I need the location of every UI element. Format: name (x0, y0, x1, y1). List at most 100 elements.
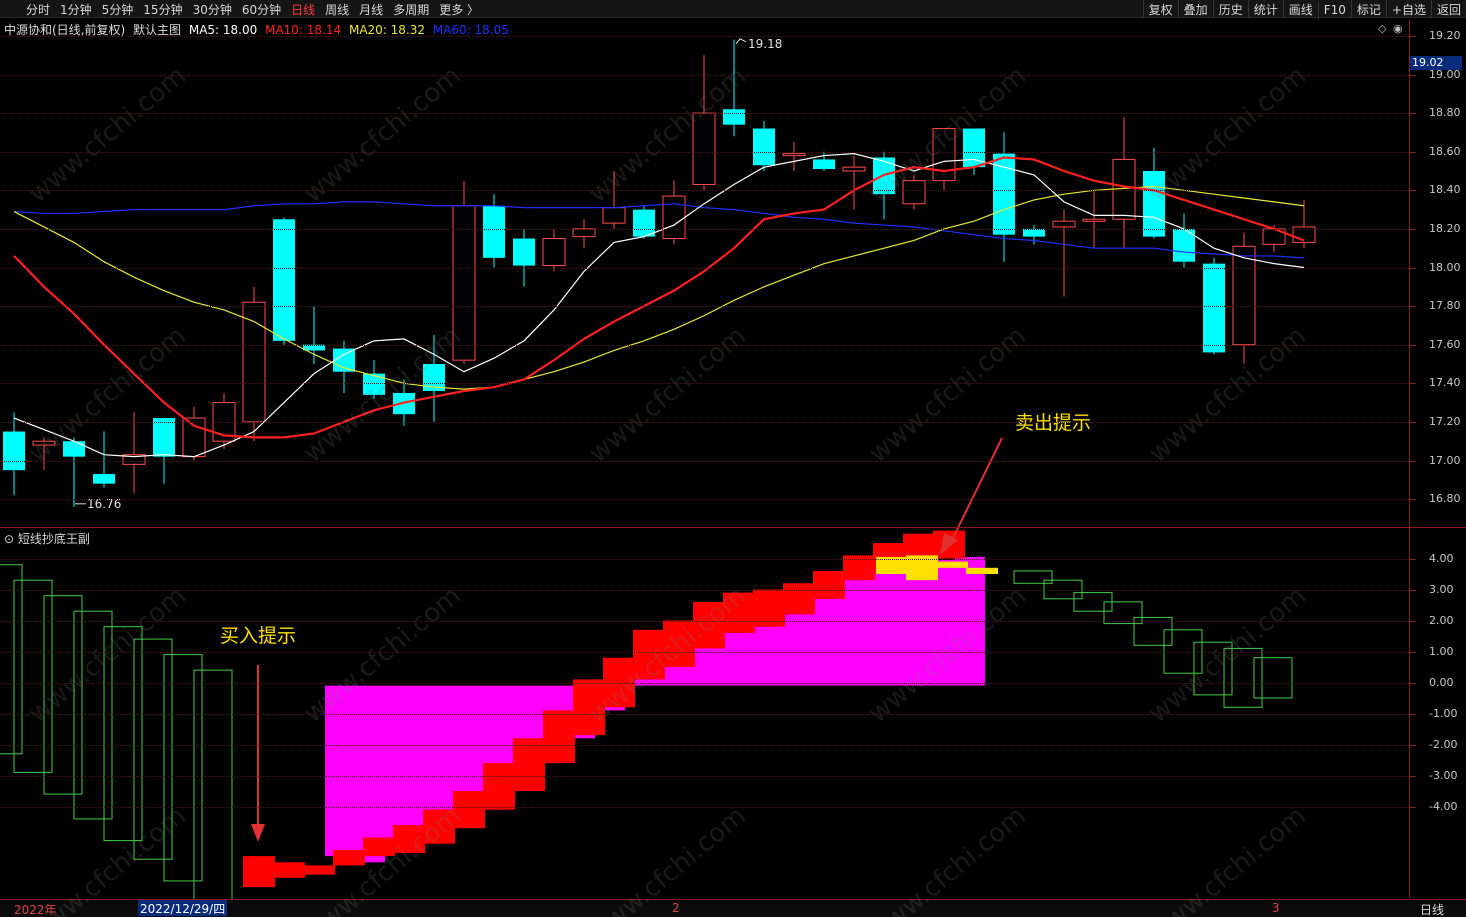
stock-chart-window: 分时 1分钟 5分钟 15分钟 30分钟 60分钟 日线 周线 月线 多周期 更多 〉 复权 叠加 历史… (0, 0, 1466, 917)
sub-green-bar (133, 638, 173, 860)
period-label: 日线 (1420, 903, 1445, 917)
panel-divider (0, 527, 1466, 528)
sub-green-bar (43, 595, 83, 795)
sub-magenta-bar (325, 685, 355, 857)
sell-arrow-shaft (951, 437, 1003, 541)
candle-body (813, 159, 835, 170)
main-price-chart[interactable]: 19.1816.76 (0, 0, 1466, 917)
candle-body (1082, 218, 1106, 222)
sub-red-bar (633, 629, 665, 680)
sub-green-bar (0, 564, 23, 755)
sub-red-bar (663, 620, 695, 667)
price-tick (1410, 228, 1416, 230)
price-tick-label: 17.40 (1429, 376, 1461, 390)
price-gridline (0, 74, 1409, 76)
price-gridline (0, 306, 1409, 308)
candle-body (93, 474, 115, 484)
sub-gridline (0, 775, 1409, 777)
ma10-line (13, 156, 1305, 439)
candle-body (633, 209, 655, 237)
candle-body (483, 205, 505, 258)
price-tick (1410, 151, 1416, 153)
price-tick-label: 17.60 (1429, 337, 1461, 351)
candle-body (1052, 220, 1076, 228)
price-tick (1410, 306, 1416, 308)
sub-red-bar (483, 763, 515, 810)
sub-magenta-bar (355, 685, 385, 863)
price-gridline (0, 267, 1409, 269)
year-label: 2022年 (14, 903, 57, 917)
candle-body (242, 301, 266, 423)
sub-tick-label: 4.00 (1429, 551, 1454, 565)
candle-body (1023, 228, 1045, 237)
candle-body (572, 228, 596, 238)
sub-tick (1410, 651, 1416, 653)
candle-body (1143, 171, 1165, 237)
price-tick (1410, 267, 1416, 269)
sub-green-bar (1013, 570, 1053, 584)
candle-body (662, 195, 686, 240)
sub-green-bar (1193, 641, 1233, 696)
sub-red-bar (363, 837, 395, 857)
sub-magenta-bar (865, 574, 895, 686)
sub-indicator-title[interactable]: ⊙ 短线抄底王副 (4, 530, 90, 547)
sub-magenta-bar (895, 564, 925, 686)
sub-tick-label: 3.00 (1429, 582, 1454, 596)
candle-body (273, 219, 295, 341)
sub-green-bar (103, 626, 143, 842)
candle-body (993, 153, 1015, 235)
price-gridline (0, 460, 1409, 462)
price-tick (1410, 499, 1416, 501)
price-tick-label: 17.20 (1429, 414, 1461, 428)
ma20-line (13, 185, 1305, 390)
sub-tick (1410, 620, 1416, 622)
sub-red-bar (303, 865, 335, 875)
sub-green-bar (163, 654, 203, 882)
price-tick-label: 19.00 (1429, 67, 1461, 81)
sub-tick-label: 2.00 (1429, 613, 1454, 627)
price-tick-label: 18.00 (1429, 260, 1461, 274)
price-gridline (0, 35, 1409, 37)
sub-indicator-name: 短线抄底王副 (17, 532, 90, 546)
price-gridline (0, 344, 1409, 346)
high-price-label: 19.18 (748, 37, 782, 51)
price-gridline (0, 113, 1409, 115)
buy-annotation: 买入提示 (220, 625, 297, 647)
sub-red-bar (423, 809, 455, 844)
sub-tick (1410, 744, 1416, 746)
sub-green-bar (1133, 616, 1173, 646)
price-tick-label: 19.20 (1429, 28, 1461, 42)
candle-body (513, 238, 535, 266)
sub-green-bar (193, 669, 233, 900)
sub-red-bar (543, 710, 575, 764)
month-label-3: 3 (1272, 901, 1280, 915)
sub-red-bar (783, 583, 815, 615)
candle-body (3, 431, 25, 471)
sub-red-bar (333, 849, 365, 866)
expand-icon[interactable]: ⊙ (4, 532, 14, 546)
candle-body (723, 109, 745, 125)
sub-gridline (0, 620, 1409, 622)
sub-red-bar (453, 791, 485, 829)
price-gridline (0, 499, 1409, 501)
sub-gridline (0, 806, 1409, 808)
price-gridline (0, 383, 1409, 385)
candle-body (902, 180, 926, 205)
sub-tick-label: -1.00 (1429, 706, 1458, 720)
sub-tick (1410, 589, 1416, 591)
price-tick-label: 18.60 (1429, 144, 1461, 158)
candle-body (542, 238, 566, 267)
candle-body (1232, 245, 1256, 346)
month-label-2: 2 (672, 901, 680, 915)
price-tick-label: 18.80 (1429, 106, 1461, 120)
sub-red-bar (813, 570, 845, 599)
sub-yellow-bar (876, 556, 908, 574)
price-tick (1410, 74, 1416, 76)
sub-green-bar (1253, 657, 1293, 699)
candle-body (153, 418, 175, 457)
price-tick (1410, 421, 1416, 423)
sub-tick-label: 0.00 (1429, 675, 1454, 689)
sub-gridline (0, 682, 1409, 684)
candle-body (32, 440, 56, 446)
sub-tick-label: -2.00 (1429, 737, 1458, 751)
